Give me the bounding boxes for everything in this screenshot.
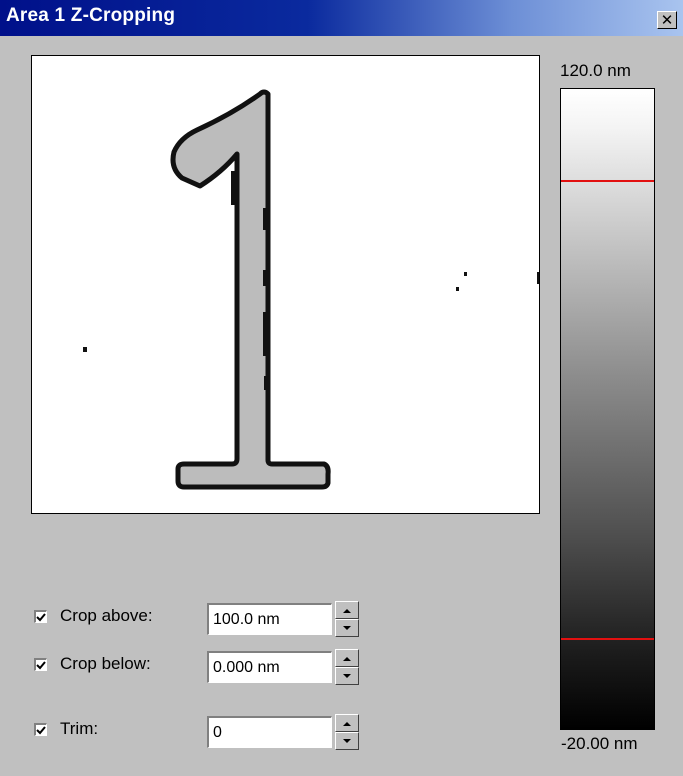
trim-label: Trim: bbox=[60, 719, 99, 738]
crop-above-decrement-button[interactable] bbox=[335, 619, 359, 637]
crop-below-decrement-button[interactable] bbox=[335, 667, 359, 685]
arrow-up-icon bbox=[343, 608, 351, 613]
close-icon: ✕ bbox=[660, 11, 674, 29]
trim-input[interactable]: 0 bbox=[207, 716, 332, 748]
close-button[interactable]: ✕ bbox=[657, 11, 677, 29]
topography-preview[interactable] bbox=[31, 55, 540, 514]
crop-below-input[interactable]: 0.000 nm bbox=[207, 651, 332, 683]
crop-below-limit-line bbox=[561, 638, 654, 640]
crop-above-limit-line bbox=[561, 180, 654, 182]
crop-above-spinner[interactable] bbox=[335, 601, 359, 637]
crop-above-input[interactable]: 100.0 nm bbox=[207, 603, 332, 635]
title-bar: Area 1 Z-Cropping ✕ bbox=[0, 0, 683, 36]
arrow-up-icon bbox=[343, 721, 351, 726]
trim-checkbox[interactable] bbox=[34, 723, 47, 736]
numeral-one-image bbox=[83, 89, 539, 490]
checkmark-icon bbox=[36, 660, 46, 669]
trim-decrement-button[interactable] bbox=[335, 732, 359, 750]
arrow-down-icon bbox=[343, 625, 351, 630]
arrow-down-icon bbox=[343, 738, 351, 743]
crop-below-checkbox[interactable] bbox=[34, 658, 47, 671]
crop-above-increment-button[interactable] bbox=[335, 601, 359, 619]
trim-increment-button[interactable] bbox=[335, 714, 359, 732]
arrow-down-icon bbox=[343, 673, 351, 678]
crop-below-increment-button[interactable] bbox=[335, 649, 359, 667]
checkmark-icon bbox=[36, 725, 46, 734]
crop-below-spinner[interactable] bbox=[335, 649, 359, 685]
trim-spinner[interactable] bbox=[335, 714, 359, 750]
arrow-up-icon bbox=[343, 656, 351, 661]
checkmark-icon bbox=[36, 612, 46, 621]
crop-below-label: Crop below: bbox=[60, 654, 151, 673]
window-title: Area 1 Z-Cropping bbox=[6, 5, 176, 26]
colorbar-max-label: 120.0 nm bbox=[560, 61, 631, 80]
height-colorbar bbox=[560, 88, 655, 730]
crop-above-label: Crop above: bbox=[60, 606, 153, 625]
crop-above-checkbox[interactable] bbox=[34, 610, 47, 623]
colorbar-min-label: -20.00 nm bbox=[561, 734, 638, 753]
